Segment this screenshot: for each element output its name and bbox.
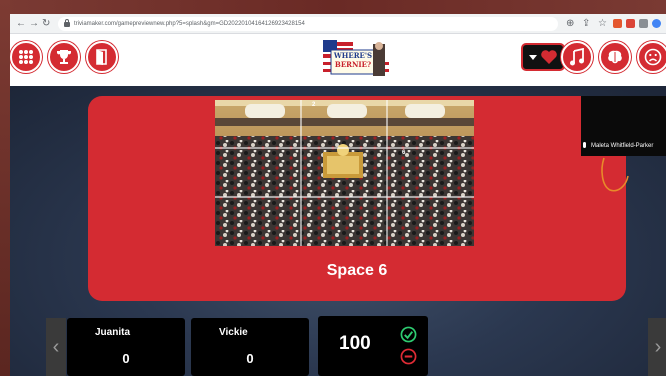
points-panel: 100 [318,316,428,376]
forward-icon[interactable]: → [29,17,39,31]
prev-arrow-icon[interactable]: ‹ [46,318,66,376]
dropdown-caret-icon [528,54,537,60]
game-stage: 2 6 Space 6 Maleta Whitfield-Parker ‹ › … [10,86,666,376]
trophy-icon[interactable] [48,41,80,73]
backdrop-left [0,0,10,376]
extension-icon[interactable] [613,19,622,28]
team-name: Juanita [95,327,131,338]
share-icon[interactable]: ⇪ [582,17,590,31]
back-icon[interactable]: ← [16,17,26,31]
extension-icon-2[interactable] [626,19,635,28]
url-text: triviamaker.com/gamepreviewnew.php?5=spl… [74,21,305,27]
team-score: 0 [246,351,254,366]
next-arrow-icon[interactable]: › [648,318,666,376]
address-bar: ← → ↻ triviamaker.com/gamepreviewnew.php… [10,14,666,34]
video-tile[interactable]: Maleta Whitfield-Parker [581,96,666,156]
sad-face-icon[interactable] [637,41,666,73]
lock-icon [64,19,70,27]
profile-avatar[interactable] [652,19,661,28]
mic-icon [583,142,586,148]
annotation-squiggle [601,157,629,192]
exit-icon[interactable] [86,41,118,73]
logo-text: WHERE'S BERNIE? [333,51,373,69]
grid-number: 2 [312,102,316,108]
grid-icon[interactable] [10,41,42,73]
points-value: 100 [339,333,371,354]
wheres-bernie-logo: WHERE'S BERNIE? [321,38,391,80]
team-card[interactable]: Vickie 0 [191,318,309,376]
favorite-toggle[interactable] [521,43,565,71]
url-field[interactable]: triviamaker.com/gamepreviewnew.php?5=spl… [58,17,558,31]
heart-icon [540,50,557,64]
browser-window: ← → ↻ triviamaker.com/gamepreviewnew.php… [10,14,666,376]
reload-icon[interactable]: ↻ [42,17,50,31]
zoom-icon[interactable]: ⊕ [566,17,574,31]
crowd-photo[interactable]: 2 6 [215,100,474,246]
participant-name: Maleta Whitfield-Parker [591,143,654,149]
backdrop [0,0,666,14]
question-card: 2 6 Space 6 [88,96,626,301]
correct-check-icon[interactable] [400,326,417,343]
music-icon[interactable] [561,41,593,73]
puzzle-extensions-icon[interactable] [639,19,648,28]
team-name: Vickie [219,327,248,338]
grid-number: 6 [402,150,406,156]
wrong-minus-icon[interactable] [400,348,417,365]
brain-icon[interactable] [599,41,631,73]
bookmark-star-icon[interactable]: ☆ [598,17,607,31]
team-card[interactable]: Juanita 0 [67,318,185,376]
team-score: 0 [122,351,130,366]
question-label: Space 6 [326,262,388,279]
